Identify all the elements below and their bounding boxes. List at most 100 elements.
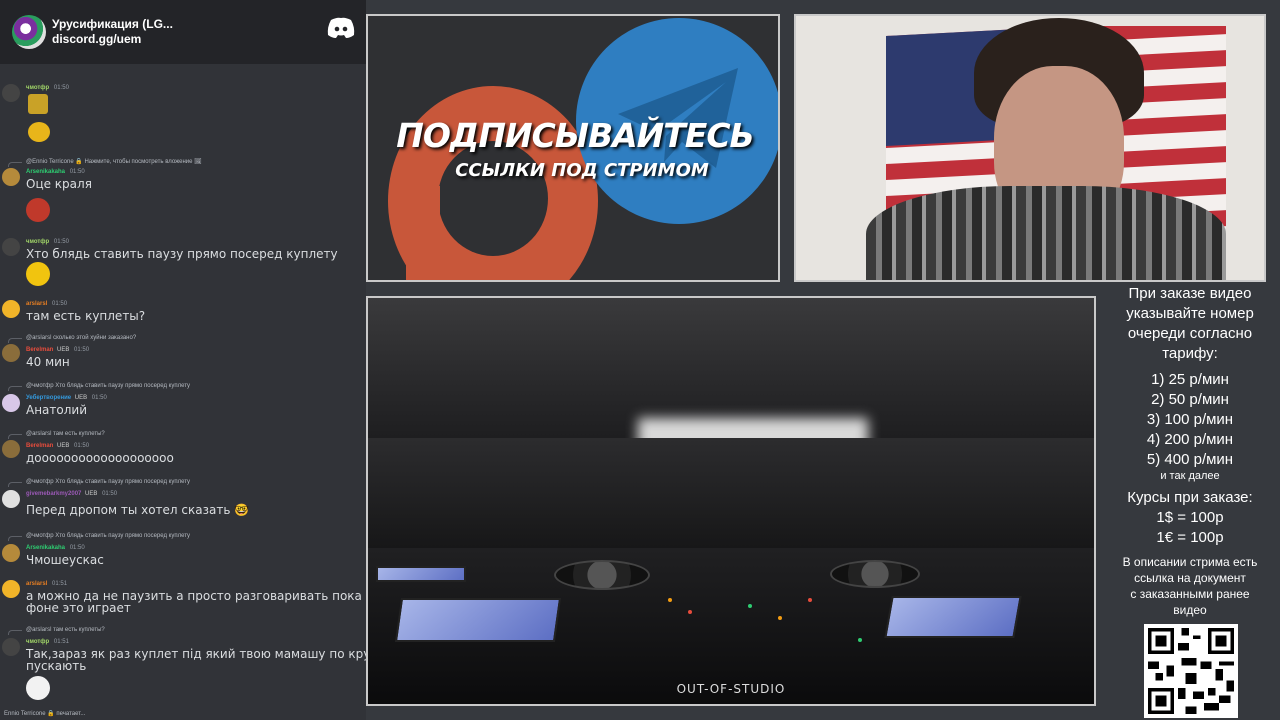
avatar [2, 394, 20, 412]
message-text: Хто блядь ставить паузу прямо посеред ку… [26, 247, 338, 261]
avatar [2, 544, 20, 562]
club-ceiling [368, 298, 1094, 438]
message-username[interactable]: чмотфр [26, 639, 49, 645]
cdj-screen [394, 598, 562, 642]
qr-code-icon [1144, 624, 1238, 718]
message-text: дооооооооооооооооооо [26, 451, 174, 465]
message-time: 01:51 [52, 581, 68, 587]
message-list[interactable]: чмотфр 01:50 @Ennio Terricone 🔒 Нажмите,… [0, 64, 366, 720]
banner-title: ПОДПИСЫВАЙТЕСЬ [396, 116, 754, 155]
role-badge: UEB [74, 395, 88, 401]
role-badge: UEB [85, 491, 98, 497]
message-time: 01:50 [53, 85, 69, 91]
description-note-line: ссылка на документ [1134, 571, 1246, 585]
sticker-image [28, 122, 50, 142]
message-time: 01:50 [53, 239, 69, 245]
message-time: 01:50 [69, 545, 85, 551]
avatar [2, 344, 20, 362]
message-text: 40 мин [26, 355, 70, 369]
discord-logo-icon [327, 17, 355, 38]
rate-line: 1€ = 100р [1156, 529, 1224, 546]
info-heading-line: очереди согласно [1127, 325, 1253, 342]
reply-preview[interactable]: @чмотфр Хто блядь ставить паузу прямо по… [26, 478, 190, 486]
typing-indicator: Ennio Terricone 🔒 печатает... [4, 711, 86, 717]
message-text-continued: пускають [26, 659, 87, 673]
info-heading-line: При заказе видео [1128, 285, 1252, 302]
stream-overlay: Урусификация (LG... discord.gg/uem чмотф… [0, 0, 1280, 720]
price-tier: 4) 200 р/мин [1146, 431, 1234, 448]
rates-title: Курсы при заказе: [1127, 489, 1253, 506]
message-username[interactable]: Berelman [26, 347, 53, 353]
message-text: Чмошеускас [26, 553, 104, 567]
avatar [2, 168, 20, 186]
message-text: там есть куплеты? [26, 309, 146, 323]
message-username[interactable]: Arsenikakaha [26, 545, 65, 551]
reply-preview[interactable]: @чмотфр Хто блядь ставить паузу прямо по… [26, 532, 190, 540]
price-tier: 1) 25 р/мин [1151, 371, 1229, 388]
price-tier: 2) 50 р/мин [1151, 391, 1229, 408]
emoji-image [26, 676, 50, 700]
message-time: 01:50 [52, 301, 68, 307]
message-time: 01:50 [102, 491, 118, 497]
description-note-line: В описании стрима есть [1122, 555, 1258, 569]
sticker-image [28, 94, 48, 114]
price-tier: 5) 400 р/мин [1146, 451, 1234, 468]
message-username[interactable]: Уебертворение [26, 395, 71, 401]
avatar [2, 300, 20, 318]
club-crowd [368, 438, 1094, 558]
avatar [2, 638, 20, 656]
banner-subtitle: ССЫЛКИ ПОД СТРИМОМ [455, 160, 709, 181]
avatar [2, 440, 20, 458]
message-text: Анатолий [26, 403, 88, 417]
subscribe-banner: ПОДПИСЫВАЙТЕСЬ ССЫЛКИ ПОД СТРИМОМ [366, 14, 780, 282]
description-note-line: с заказанными ранее [1130, 587, 1250, 601]
emoji-image [26, 198, 50, 222]
message-username[interactable]: arslarsl [26, 581, 47, 587]
message-time: 01:50 [69, 169, 85, 175]
cdj-screen [376, 566, 466, 582]
message-text-continued: фоне это играет [26, 601, 131, 615]
reply-preview[interactable]: @arslarsl там есть куплеты? [26, 430, 105, 438]
avatar [2, 580, 20, 598]
cdj-screen [884, 596, 1022, 638]
streamer-shirt [866, 186, 1226, 280]
jog-wheel [554, 560, 650, 590]
description-note-line: видео [1173, 603, 1207, 617]
message-username[interactable]: чмотфр [26, 239, 49, 245]
price-tier: 3) 100 р/мин [1146, 411, 1234, 428]
message-time: 01:50 [74, 347, 90, 353]
info-heading-line: тарифу: [1162, 345, 1218, 362]
message-time: 01:50 [74, 443, 90, 449]
jog-wheel [830, 560, 920, 588]
discord-chat-panel: Урусификация (LG... discord.gg/uem чмотф… [0, 0, 366, 720]
message-time: 01:51 [53, 639, 69, 645]
avatar [2, 84, 20, 102]
message-text: Оце краля [26, 177, 92, 191]
emoji-image [26, 262, 50, 286]
reply-preview[interactable]: @Ennio Terricone 🔒 Нажмите, чтобы посмот… [26, 158, 202, 166]
message-username[interactable]: givemebarkmy2007 [26, 491, 81, 497]
rate-line: 1$ = 100р [1156, 509, 1224, 526]
message-username[interactable]: Arsenikakaha [26, 169, 65, 175]
reply-preview[interactable]: @arslarsl там есть куплеты? [26, 626, 105, 634]
avatar [2, 238, 20, 256]
role-badge: UEB [57, 443, 70, 449]
video-watermark: OUT-OF-STUDIO [676, 682, 786, 696]
message-username[interactable]: чмотфр [26, 85, 49, 91]
reply-preview[interactable]: @чмотфр Хто блядь ставить паузу прямо по… [26, 382, 190, 390]
message-username[interactable]: Berelman [26, 443, 53, 449]
message-text: Перед дропом ты хотел сказать 🤓 [26, 503, 250, 517]
avatar [2, 490, 20, 508]
webcam-feed [794, 14, 1266, 282]
server-header[interactable]: Урусификация (LG... discord.gg/uem [0, 0, 366, 64]
server-invite-link[interactable]: discord.gg/uem [52, 32, 173, 47]
price-etc: и так далее [1160, 470, 1220, 482]
message-username[interactable]: arslarsl [26, 301, 47, 307]
info-heading-line: указывайте номер [1126, 305, 1254, 322]
server-avatar [12, 15, 46, 49]
server-name: Урусификация (LG... [52, 17, 173, 31]
dj-set-video: OUT-OF-STUDIO [366, 296, 1096, 706]
order-info-panel: При заказе видео указывайте номер очеред… [1100, 284, 1280, 618]
reply-preview[interactable]: @arslarsl сколько этой хуйни заказано? [26, 334, 136, 342]
role-badge: UEB [57, 347, 70, 353]
